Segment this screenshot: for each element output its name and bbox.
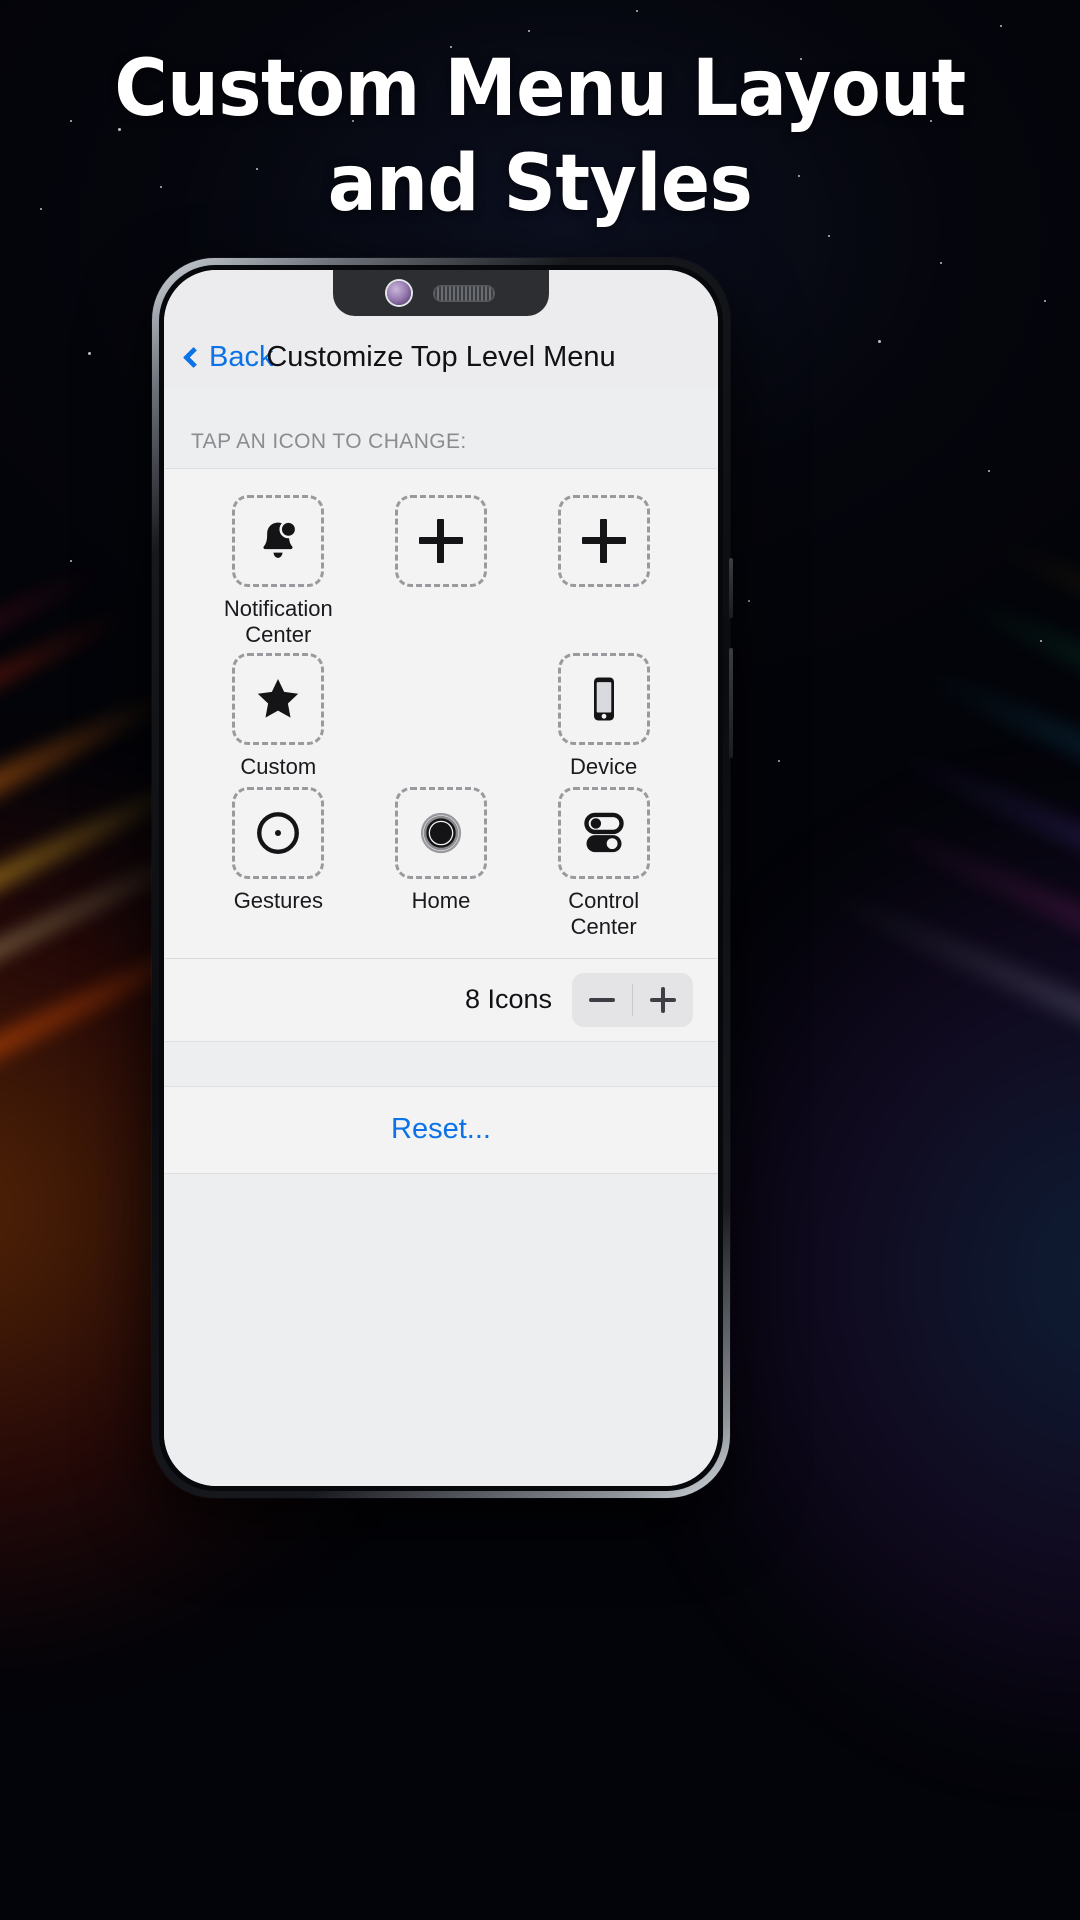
star [70, 560, 72, 562]
bell-badge-icon [253, 516, 303, 566]
icon-slot-box [557, 653, 650, 746]
icon-slot-control-center[interactable]: Control Center [522, 787, 685, 939]
toggles-icon [579, 808, 629, 858]
volume-button[interactable] [729, 648, 733, 758]
star [940, 262, 942, 264]
headline-line-2: and Styles [327, 139, 753, 230]
icon-slot-label: Notification Center [223, 596, 333, 647]
chevron-left-icon [182, 346, 205, 368]
icon-slot-box [557, 495, 650, 587]
star [828, 235, 830, 237]
promo-headline: Custom Menu Layout and Styles [38, 42, 1042, 232]
icon-slot-box [232, 653, 325, 746]
icon-count-stepper[interactable] [572, 972, 693, 1027]
settings-content: TAP AN ICON TO CHANGE: Notification Cente… [164, 388, 718, 1486]
star [528, 30, 530, 32]
headline-line-1: Custom Menu Layout [114, 44, 966, 134]
phone-device-icon [579, 674, 629, 724]
back-button[interactable]: Back [182, 340, 274, 374]
home-button-icon [416, 808, 466, 858]
icon-slot-device[interactable]: Device [522, 653, 685, 781]
star [878, 340, 881, 343]
icon-slot-gestures[interactable]: Gestures [197, 787, 360, 939]
star [636, 10, 638, 12]
star [1044, 300, 1046, 302]
icon-slot-box [557, 787, 650, 880]
increment-button[interactable] [633, 973, 693, 1027]
icon-grid-card: Notification Center Custom Device Gestures Ho… [165, 468, 717, 1042]
icon-slot-custom[interactable]: Custom [197, 653, 360, 781]
star-icon [253, 674, 303, 724]
star [778, 760, 780, 762]
icon-slot-label: Device [570, 754, 638, 780]
plus-icon [581, 519, 626, 563]
icon-slot-empty-2[interactable] [522, 495, 685, 647]
decrement-button[interactable] [572, 973, 632, 1027]
icon-slot-box [394, 495, 487, 587]
icon-slot-box [232, 495, 325, 587]
plus-icon [650, 986, 676, 1013]
icon-slot-empty-1[interactable] [360, 495, 523, 647]
power-button[interactable] [729, 558, 733, 618]
plus-icon [418, 519, 463, 563]
star [88, 352, 91, 355]
icon-slot-label: Gestures [233, 888, 323, 914]
icon-slot-label: Control Center [568, 888, 640, 940]
phone-notch [333, 270, 549, 316]
icon-slot-label: Home [411, 888, 471, 914]
icon-slot-box [232, 787, 325, 880]
star [748, 600, 750, 602]
promo-screenshot: Custom Menu Layout and Styles Back Custo… [0, 0, 1080, 1920]
icon-slot-label: Custom [240, 754, 317, 780]
phone-bezel: Back Customize Top Level Menu TAP AN ICO… [159, 265, 723, 1491]
icon-count-row: 8 Icons [165, 957, 717, 1041]
star [988, 470, 990, 472]
earpiece-speaker-icon [433, 284, 495, 302]
icon-count-label: 8 Icons [464, 984, 552, 1015]
front-camera-icon [387, 281, 411, 305]
icon-slot-box [394, 787, 487, 880]
star [1000, 25, 1002, 27]
reset-button[interactable]: Reset... [164, 1085, 718, 1174]
phone-mockup: Back Customize Top Level Menu TAP AN ICO… [152, 258, 733, 1498]
section-header: TAP AN ICON TO CHANGE: [191, 430, 467, 453]
circle-dot-icon [253, 808, 303, 858]
back-button-label: Back [209, 340, 274, 373]
reset-button-label: Reset... [391, 1113, 491, 1146]
icon-slot-notification-center[interactable]: Notification Center [197, 495, 360, 647]
icon-grid: Notification Center Custom Device Gestures Ho… [165, 469, 717, 958]
minus-icon [589, 997, 615, 1002]
phone-screen: Back Customize Top Level Menu TAP AN ICO… [164, 270, 718, 1486]
star [1040, 640, 1042, 642]
icon-slot-home[interactable]: Home [360, 787, 523, 939]
